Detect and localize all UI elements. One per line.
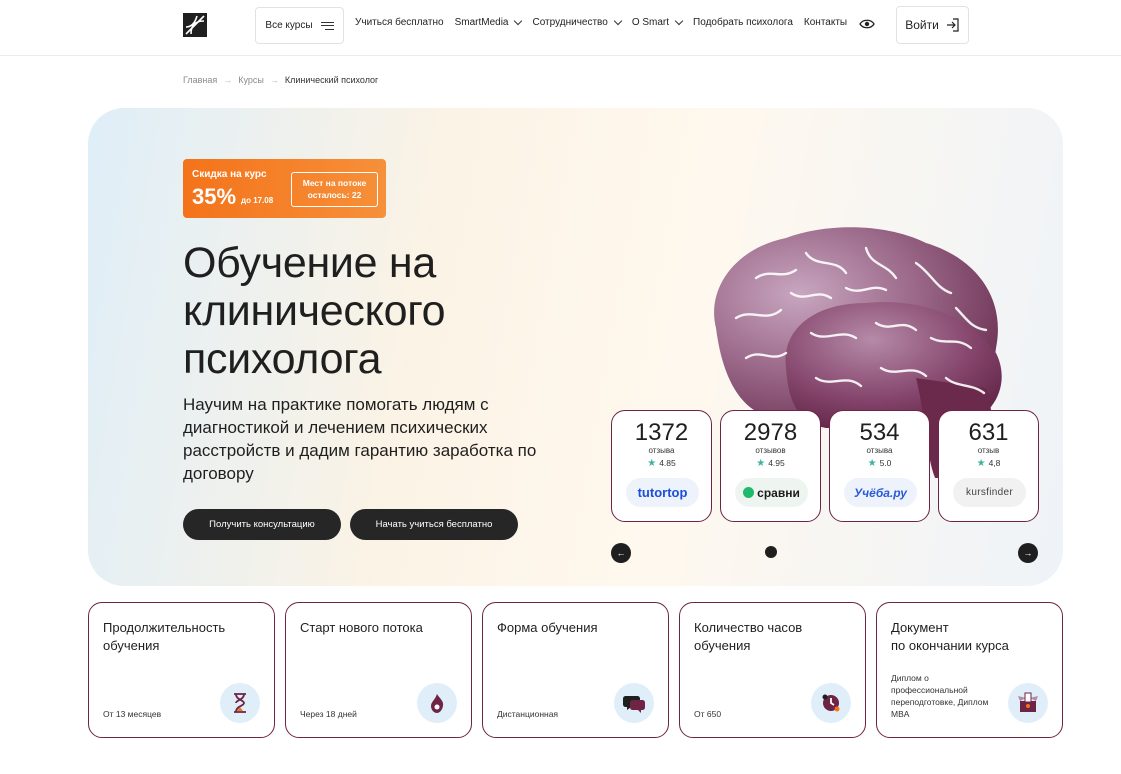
star-icon: ★: [647, 458, 657, 469]
info-title: Продолжительность обучения: [103, 620, 226, 653]
nav-label: Контакты: [803, 17, 848, 28]
sravni-logo[interactable]: сравни: [735, 478, 808, 507]
discount-until: до 17.08: [241, 196, 274, 205]
ucheba-logo[interactable]: Учёба.ру: [844, 478, 917, 507]
star-icon: ★: [867, 458, 877, 469]
nav-smartmedia[interactable]: SmartMedia: [454, 16, 523, 28]
logo-icon[interactable]: [183, 13, 207, 37]
review-word: отзыв: [977, 446, 1000, 455]
review-rating: ★ 5.0: [830, 458, 929, 469]
page-title: Обучение на клинического психолога: [183, 239, 446, 383]
review-word: отзыва: [866, 446, 893, 455]
eye-icon[interactable]: [859, 18, 875, 30]
login-icon: [946, 18, 959, 32]
nav-label: О Smart: [631, 17, 670, 28]
breadcrumb-current: Клинический психолог: [284, 75, 379, 85]
info-value: Диплом о профессиональной переподготовке…: [891, 673, 989, 719]
nav-contacts[interactable]: Контакты: [804, 17, 847, 28]
info-card-document: Документ по окончании курса Диплом о про…: [876, 602, 1063, 738]
logo-text: сравни: [757, 485, 800, 500]
carousel-next-button[interactable]: →: [1018, 543, 1038, 563]
review-count: 631: [968, 419, 1009, 446]
seats-left: Мест на потоке осталось: 22: [291, 172, 378, 207]
info-title: Старт нового потока: [300, 620, 423, 635]
review-card[interactable]: 2978 отзывов ★ 4.95 сравни: [720, 410, 821, 522]
info-card-start: Старт нового потока Через 18 дней: [285, 602, 472, 738]
carousel-dot[interactable]: [765, 546, 777, 558]
review-rating: ★ 4.95: [721, 458, 820, 469]
chevron-down-icon: [613, 16, 623, 26]
info-title: Количество часов обучения: [694, 620, 803, 653]
menu-icon: [320, 21, 334, 30]
reviews-carousel: 1372 отзыва ★ 4.85 tutortop 2978 отзывов …: [611, 410, 1039, 522]
info-title: Форма обучения: [497, 620, 598, 635]
main-nav: Учиться бесплатно SmartMedia Сотрудничес…: [355, 16, 847, 28]
review-rating: ★ 4.85: [612, 458, 711, 469]
login-label: Войти: [905, 18, 939, 32]
nav-learn-free[interactable]: Учиться бесплатно: [355, 17, 444, 28]
diploma-box-icon: [1008, 683, 1048, 723]
discount-percent: 35%: [192, 184, 237, 209]
info-value: Через 18 дней: [300, 709, 357, 719]
review-card[interactable]: 1372 отзыва ★ 4.85 tutortop: [611, 410, 712, 522]
discount-badge: Скидка на курс 35% до 17.08 Мест на пото…: [183, 159, 386, 218]
login-button[interactable]: Войти: [896, 6, 969, 44]
info-card-hours: Количество часов обучения От 650: [679, 602, 866, 738]
review-rating: ★ 4,8: [939, 458, 1038, 469]
info-value: От 13 месяцев: [103, 709, 162, 719]
review-card[interactable]: 631 отзыв ★ 4,8 kursfinder: [938, 410, 1039, 522]
breadcrumb-separator: →: [223, 75, 233, 85]
info-value: От 650: [694, 709, 722, 719]
all-courses-label: Все курсы: [265, 20, 313, 31]
review-word: отзывов: [755, 446, 786, 455]
info-card-duration: Продолжительность обучения От 13 месяцев: [88, 602, 275, 738]
rating-value: 4.85: [659, 458, 676, 468]
chevron-down-icon: [514, 16, 523, 26]
review-count: 2978: [743, 419, 798, 446]
star-icon: ★: [976, 458, 986, 469]
breadcrumb-home[interactable]: Главная: [183, 75, 217, 85]
flame-icon: [417, 683, 457, 723]
breadcrumb: Главная → Курсы → Клинический психолог: [183, 75, 378, 85]
hero-section: Скидка на курс 35% до 17.08 Мест на пото…: [88, 108, 1063, 586]
start-free-button[interactable]: Начать учиться бесплатно: [350, 509, 518, 540]
info-title: Документ по окончании курса: [891, 620, 1009, 653]
breadcrumb-separator: →: [269, 75, 279, 85]
nav-cooperation[interactable]: Сотрудничество: [532, 16, 623, 28]
clock-icon: [811, 683, 851, 723]
chevron-down-icon: [674, 16, 684, 26]
review-count: 1372: [634, 419, 689, 446]
breadcrumb-courses[interactable]: Курсы: [238, 75, 264, 85]
course-info-row: Продолжительность обучения От 13 месяцев…: [88, 602, 1063, 738]
info-card-format: Форма обучения Дистанционная: [482, 602, 669, 738]
kursfinder-logo[interactable]: kursfinder: [953, 478, 1026, 507]
review-word: отзыва: [648, 446, 675, 455]
rating-value: 4,8: [988, 458, 1001, 468]
nav-label: Подобрать психолога: [693, 17, 793, 28]
info-value: Дистанционная: [497, 709, 559, 719]
sravni-icon: [743, 487, 755, 498]
site-header: Все курсы Учиться бесплатно SmartMedia С…: [0, 0, 1121, 56]
nav-label: Учиться бесплатно: [355, 17, 444, 28]
nav-label: Сотрудничество: [532, 17, 608, 28]
rating-value: 4.95: [768, 458, 785, 468]
review-count: 534: [859, 419, 900, 446]
get-consultation-button[interactable]: Получить консультацию: [183, 509, 341, 540]
tutortop-logo[interactable]: tutortop: [626, 478, 699, 507]
discount-label: Скидка на курс: [192, 169, 267, 180]
star-icon: ★: [756, 458, 766, 469]
chat-bubbles-icon: [614, 683, 654, 723]
nav-label: SmartMedia: [454, 17, 509, 28]
hero-subtitle: Научим на практике помогать людям с диаг…: [183, 395, 537, 483]
hourglass-icon: [220, 683, 260, 723]
rating-value: 5.0: [879, 458, 892, 468]
nav-find-psychologist[interactable]: Подобрать психолога: [693, 17, 793, 28]
all-courses-button[interactable]: Все курсы: [255, 7, 344, 44]
carousel-prev-button[interactable]: ←: [611, 543, 631, 563]
nav-about[interactable]: О Smart: [631, 16, 684, 28]
review-card[interactable]: 534 отзыва ★ 5.0 Учёба.ру: [829, 410, 930, 522]
